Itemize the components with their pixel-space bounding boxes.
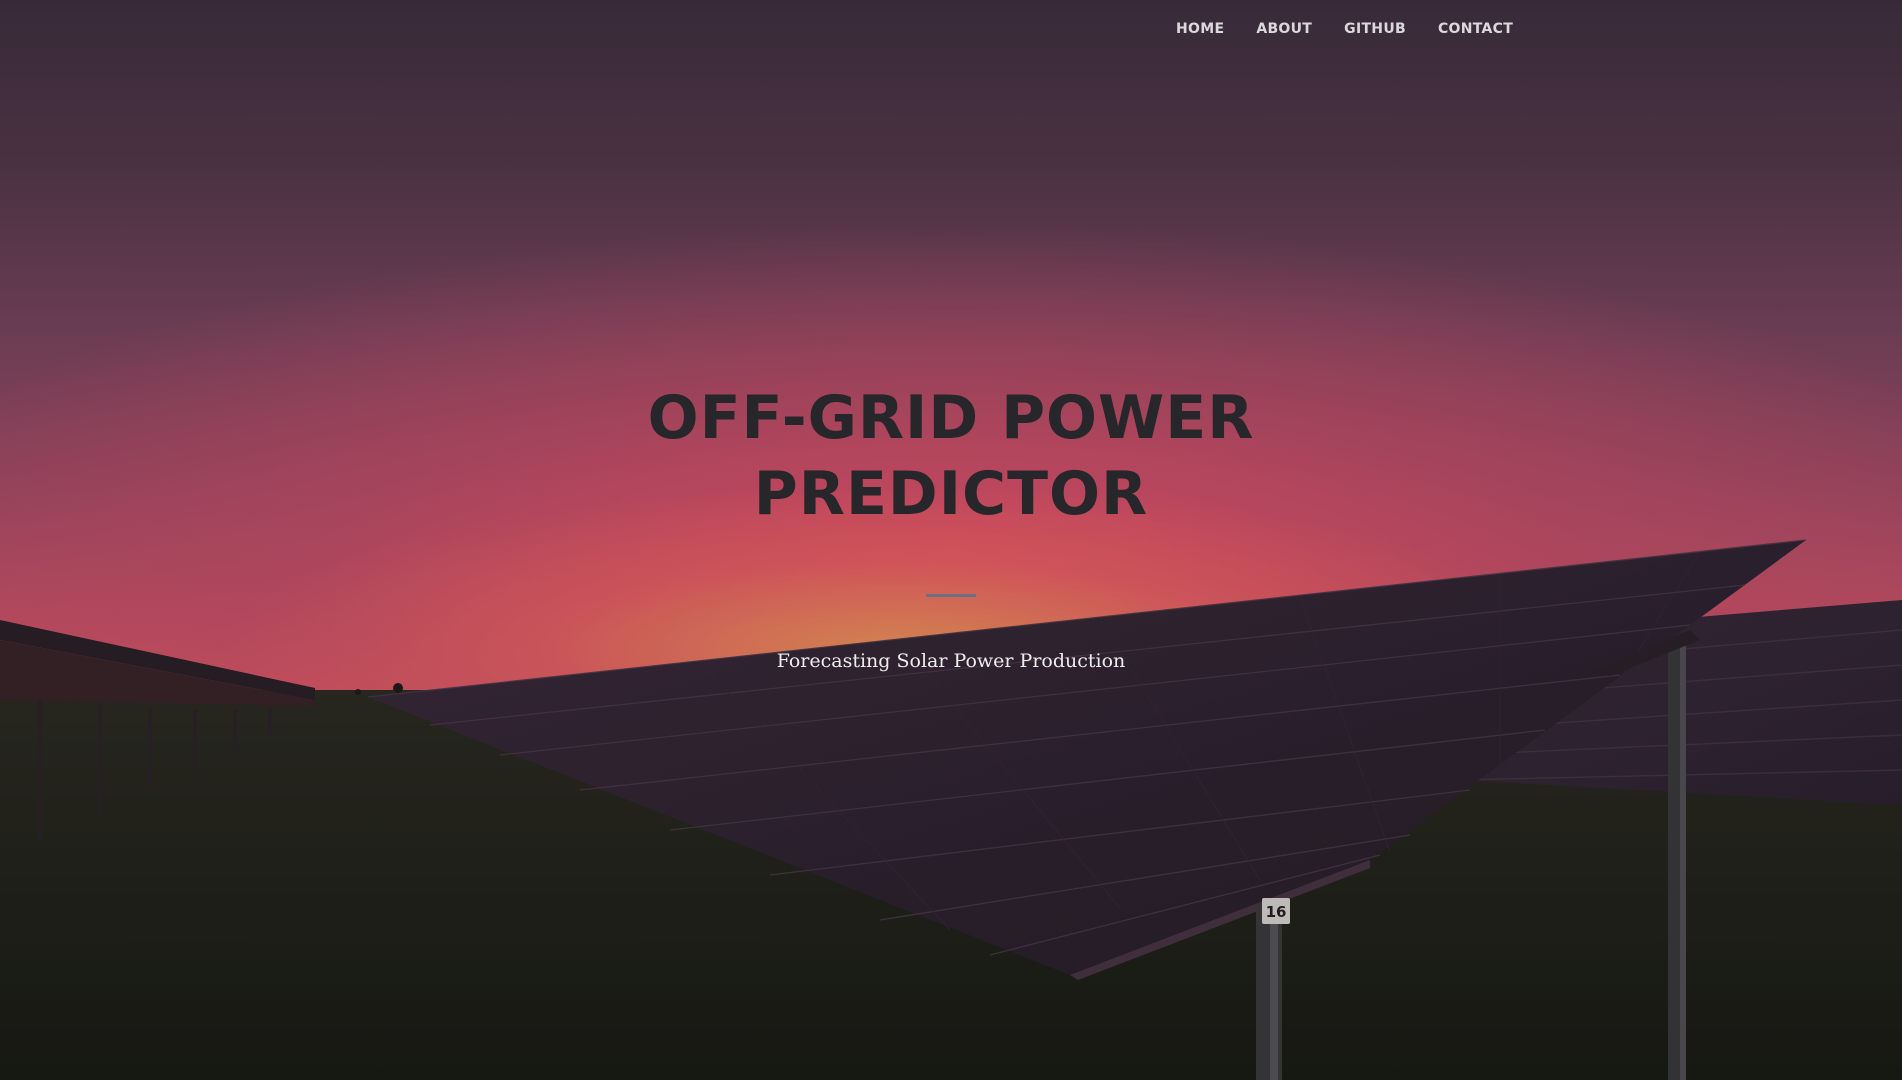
nav-link-contact[interactable]: CONTACT — [1438, 21, 1513, 37]
page-title-line1: OFF-GRID POWER — [647, 383, 1255, 453]
nav-link-github[interactable]: GITHUB — [1344, 21, 1406, 37]
page-title-line2: PREDICTOR — [753, 459, 1149, 529]
title-divider — [926, 594, 976, 597]
nav-item-home: HOME — [1176, 18, 1224, 37]
nav-link-about[interactable]: ABOUT — [1256, 21, 1312, 37]
main-navbar: HOME ABOUT GITHUB CONTACT — [0, 0, 1902, 54]
nav-item-about: ABOUT — [1256, 18, 1312, 37]
nav-links: HOME ABOUT GITHUB CONTACT — [1176, 18, 1545, 37]
page-subtitle: Forecasting Solar Power Production — [776, 650, 1126, 672]
nav-item-github: GITHUB — [1344, 18, 1406, 37]
nav-item-contact: CONTACT — [1438, 18, 1513, 37]
masthead: OFF-GRID POWER PREDICTOR Forecasting Sol… — [0, 380, 1902, 672]
page-title: OFF-GRID POWER PREDICTOR — [641, 380, 1261, 532]
nav-link-home[interactable]: HOME — [1176, 21, 1224, 37]
